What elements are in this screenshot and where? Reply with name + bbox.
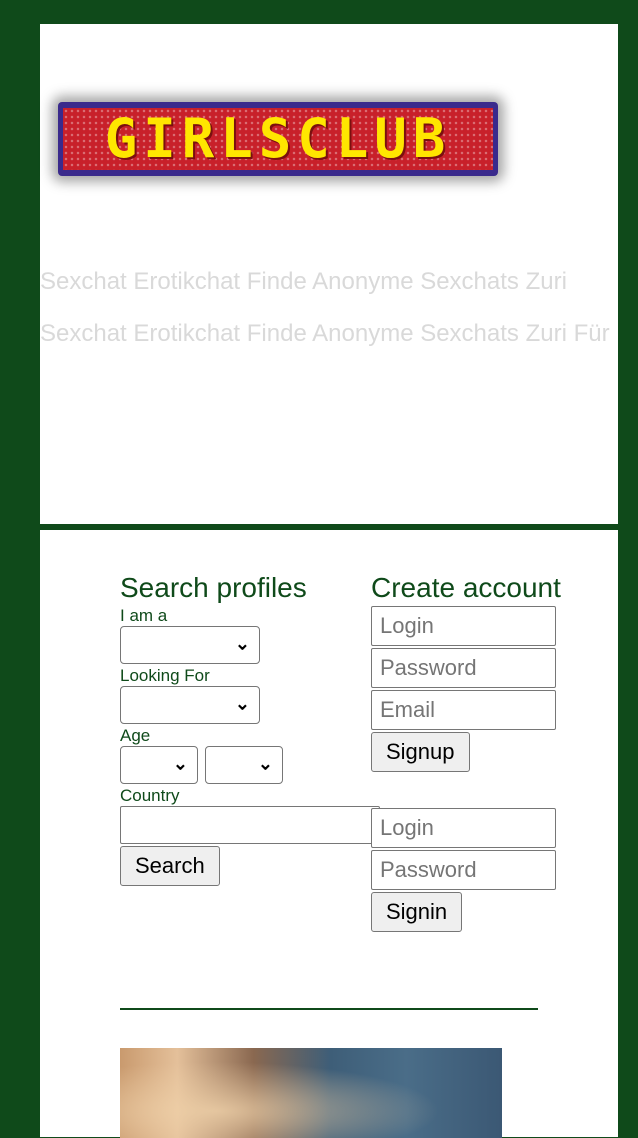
content-divider [120,1008,538,1010]
age-range: ⌄ ⌄ [120,746,370,784]
create-account-heading: Create account [371,572,561,603]
signin-password-field[interactable] [371,850,556,890]
form-spacer [371,772,571,808]
i-am-select[interactable] [120,626,260,664]
site-logo[interactable]: GIRLSCLUB [58,102,498,176]
logo-text: GIRLSCLUB [104,107,452,170]
profile-photo[interactable] [120,1048,502,1138]
age-from-select[interactable] [120,746,198,784]
tagline-line-2: Sexchat Erotikchat Finde Anonyme Sexchat… [40,320,610,347]
i-am-label: I am a [120,606,168,625]
search-profiles-form: Search profiles I am a ⌄ Looking For ⌄ A… [120,570,380,886]
main-panel: Search profiles I am a ⌄ Looking For ⌄ A… [40,530,618,1138]
age-label: Age [120,726,151,745]
signup-button[interactable]: Signup [371,732,470,772]
country-input[interactable] [120,806,380,844]
age-to-wrap: ⌄ [205,746,283,784]
account-forms: Create account Signup Signin [371,570,571,932]
signup-login-field[interactable] [371,606,556,646]
search-heading: Search profiles [120,572,307,603]
search-button[interactable]: Search [120,846,220,886]
looking-for-select[interactable] [120,686,260,724]
age-from-wrap: ⌄ [120,746,198,784]
looking-for-select-wrap: ⌄ [120,686,260,724]
signup-password-field[interactable] [371,648,556,688]
signin-login-field[interactable] [371,808,556,848]
i-am-select-wrap: ⌄ [120,626,260,664]
country-label: Country [120,786,180,805]
signin-button[interactable]: Signin [371,892,463,932]
age-to-select[interactable] [205,746,283,784]
header-panel: GIRLSCLUB Sexchat Erotikchat Finde Anony… [40,24,618,524]
logo-inner: GIRLSCLUB [63,108,493,170]
tagline-line-1: Sexchat Erotikchat Finde Anonyme Sexchat… [40,268,567,295]
looking-for-label: Looking For [120,666,210,685]
signup-email-field[interactable] [371,690,556,730]
